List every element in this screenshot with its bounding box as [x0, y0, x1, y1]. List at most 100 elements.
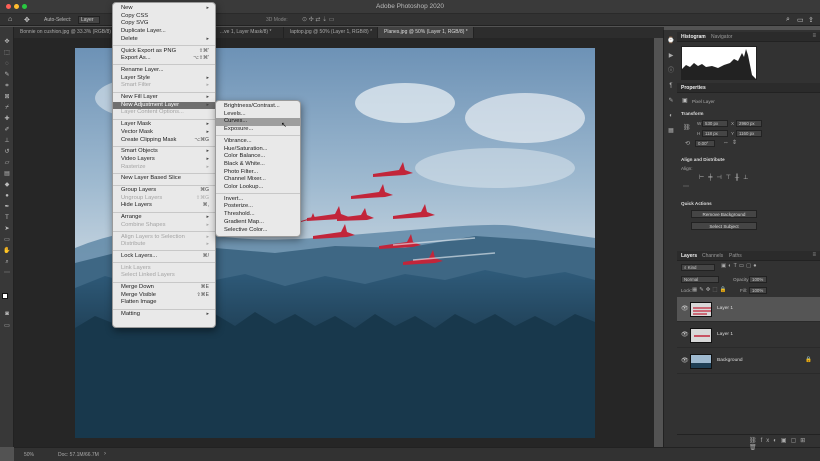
select-subject-button[interactable]: Select Subject: [691, 222, 757, 230]
tab-properties[interactable]: Properties: [681, 85, 706, 91]
gradient-tool-icon[interactable]: ▤: [3, 171, 11, 178]
layer_menu-item-vector-mask[interactable]: Vector Mask ▸: [113, 129, 215, 137]
move-tool-icon[interactable]: ✥: [3, 39, 11, 46]
panel-menu-icon[interactable]: ≡: [812, 33, 816, 39]
foreground-color-swatch[interactable]: [2, 293, 8, 299]
layer-name[interactable]: Background: [717, 358, 743, 363]
kind-filter[interactable]: ⌕ Kind: [681, 264, 715, 271]
marquee-tool-icon[interactable]: ⬚: [3, 50, 11, 57]
info-icon[interactable]: ⓘ: [667, 67, 675, 75]
3d-tools-icon[interactable]: ⊙ ✣ ⇄ ⇣ ▭: [302, 16, 334, 23]
tab-navigator[interactable]: Navigator: [711, 34, 732, 40]
quick-select-tool-icon[interactable]: ✎: [3, 72, 11, 79]
layer_menu-item-video-layers[interactable]: Video Layers ▸: [113, 156, 215, 164]
panel-menu-icon[interactable]: ≡: [812, 252, 816, 258]
layer_menu-item-export-as[interactable]: Export As... ⌥⇧⌘': [113, 55, 215, 63]
auto-select-dropdown[interactable]: Layer: [78, 16, 100, 24]
layer-row[interactable]: 👁 Layer 1: [677, 323, 820, 348]
tab-laptop[interactable]: laptop.jpg @ 50% (Layer 1, RGB/8) *: [284, 27, 378, 38]
adjust_menu-item-invert[interactable]: Invert...: [216, 196, 300, 204]
history-icon[interactable]: ⌚: [667, 37, 675, 45]
tab-layer-mask[interactable]: ...ve 1, Layer Mask/8) *: [214, 27, 284, 38]
dodge-tool-icon[interactable]: ●: [3, 193, 11, 200]
eye-icon[interactable]: 👁: [681, 331, 689, 338]
layer_menu-item-new[interactable]: New ▸: [113, 5, 215, 13]
shape-tool-icon[interactable]: ▭: [3, 237, 11, 244]
pen-tool-icon[interactable]: ✒: [3, 204, 11, 211]
layer_menu-item-new-fill-layer[interactable]: New Fill Layer ▸: [113, 94, 215, 102]
layer-row[interactable]: 👁 Background 🔒: [677, 349, 820, 374]
height-field[interactable]: 118 px: [702, 130, 728, 137]
path-select-icon[interactable]: ➤: [3, 226, 11, 233]
type-tool-icon[interactable]: T: [3, 215, 11, 222]
layer_menu-item-quick-export-as-png[interactable]: Quick Export as PNG ⇧⌘': [113, 48, 215, 56]
quick-mask-icon[interactable]: ◙: [3, 311, 11, 318]
opacity-field[interactable]: 100%: [749, 276, 767, 283]
adjust_menu-item-black-white[interactable]: Black & White...: [216, 161, 300, 169]
layer_menu-item-matting[interactable]: Matting ▸: [113, 311, 215, 319]
doc-size[interactable]: Doc: 57.1M/66.7M: [58, 452, 99, 458]
blur-tool-icon[interactable]: ◆: [3, 182, 11, 189]
link-icon[interactable]: ⛓: [683, 124, 691, 131]
align-buttons-icon[interactable]: ⊢╪⊣⊤╫⊥: [699, 174, 752, 181]
tab-paths[interactable]: Paths: [729, 253, 742, 259]
adjust_menu-item-curves[interactable]: Curves...: [216, 118, 300, 127]
layer_menu-item-layer-mask[interactable]: Layer Mask ▸: [113, 121, 215, 129]
layer_menu-item-copy-css[interactable]: Copy CSS: [113, 13, 215, 21]
brush-settings-icon[interactable]: ✎: [667, 97, 675, 105]
tab-planes[interactable]: Planes.jpg @ 50% (Layer 1, RGB/8) *: [378, 27, 474, 38]
auto-select-label[interactable]: Auto-Select:: [44, 17, 71, 23]
eye-icon[interactable]: 👁: [681, 305, 689, 312]
layer-action-icons[interactable]: ⛓fx◐▣▢⊞🗑: [749, 437, 820, 451]
adjust_menu-item-photo-filter[interactable]: Photo Filter...: [216, 169, 300, 177]
lock-icons[interactable]: ▦✎✥⬚🔒: [692, 287, 728, 293]
screen-mode-icon[interactable]: ▭: [3, 323, 11, 330]
home-icon[interactable]: ⌂: [8, 16, 12, 23]
adjustments-icon[interactable]: ◐: [667, 112, 675, 120]
tab-channels[interactable]: Channels: [702, 253, 723, 259]
adjust_menu-item-vibrance[interactable]: Vibrance...: [216, 138, 300, 146]
history-brush-icon[interactable]: ↺: [3, 149, 11, 156]
more-tools-icon[interactable]: ⋯: [3, 270, 11, 277]
layer_menu-item-merge-visible[interactable]: Merge Visible ⇧⌘E: [113, 292, 215, 300]
clone-stamp-icon[interactable]: ⊥: [3, 138, 11, 145]
layer_menu-item-duplicate-layer[interactable]: Duplicate Layer...: [113, 28, 215, 36]
layer_menu-item-merge-down[interactable]: Merge Down ⌘E: [113, 284, 215, 292]
layer_menu-item-smart-objects[interactable]: Smart Objects ▸: [113, 148, 215, 156]
layer_menu-item-create-clipping-mask[interactable]: Create Clipping Mask ⌥⌘G: [113, 137, 215, 145]
workspace-icon[interactable]: ▭: [797, 16, 804, 24]
tab-bonnie[interactable]: Bonnie on cushion.jpg @ 33.3% (RGB/8) *: [14, 27, 114, 38]
remove-background-button[interactable]: Remove Background: [691, 210, 757, 218]
adjust_menu-item-hue-saturation[interactable]: Hue/Saturation...: [216, 146, 300, 154]
adjust_menu-item-color-lookup[interactable]: Color Lookup...: [216, 184, 300, 192]
adjust_menu-item-brightness-contrast[interactable]: Brightness/Contrast...: [216, 103, 300, 111]
filter-icons[interactable]: ▣◐T▭▢●: [721, 263, 759, 269]
eraser-tool-icon[interactable]: ▱: [3, 160, 11, 167]
play-icon[interactable]: ▶: [667, 52, 675, 60]
adjust_menu-item-threshold[interactable]: Threshold...: [216, 211, 300, 219]
layer_menu-item-rename-layer[interactable]: Rename Layer...: [113, 67, 215, 75]
search-icon[interactable]: ⌕: [786, 16, 790, 24]
eyedropper-tool-icon[interactable]: ⌿: [3, 105, 11, 112]
width-field[interactable]: 530 px: [702, 120, 728, 127]
layer-row[interactable]: 👁 Layer 1: [677, 297, 820, 322]
adjust_menu-item-channel-mixer[interactable]: Channel Mixer...: [216, 176, 300, 184]
layer_menu-item-new-adjustment-layer[interactable]: New Adjustment Layer ▸: [113, 101, 215, 110]
layer-name[interactable]: Layer 1: [717, 306, 733, 311]
adjust_menu-item-posterize[interactable]: Posterize...: [216, 203, 300, 211]
blend-mode-dropdown[interactable]: Normal: [681, 276, 719, 283]
brush-tool-icon[interactable]: ✐: [3, 127, 11, 134]
adjust_menu-item-gradient-map[interactable]: Gradient Map...: [216, 219, 300, 227]
layer_menu-item-arrange[interactable]: Arrange ▸: [113, 214, 215, 222]
frame-tool-icon[interactable]: ⊠: [3, 94, 11, 101]
layer_menu-item-copy-svg[interactable]: Copy SVG: [113, 20, 215, 28]
share-icon[interactable]: ⇪: [808, 16, 814, 24]
zoom-tool-icon[interactable]: ⌕: [3, 259, 11, 266]
adjust_menu-item-levels[interactable]: Levels...: [216, 111, 300, 119]
tab-histogram[interactable]: Histogram: [681, 34, 706, 40]
layer_menu-item-group-layers[interactable]: Group Layers ⌘G: [113, 187, 215, 195]
layer_menu-item-new-layer-based-slice[interactable]: New Layer Based Slice: [113, 175, 215, 183]
crop-tool-icon[interactable]: ⌗: [3, 83, 11, 90]
move-tool-icon[interactable]: ✥: [24, 16, 30, 24]
layer_menu-item-hide-layers[interactable]: Hide Layers ⌘,: [113, 202, 215, 210]
